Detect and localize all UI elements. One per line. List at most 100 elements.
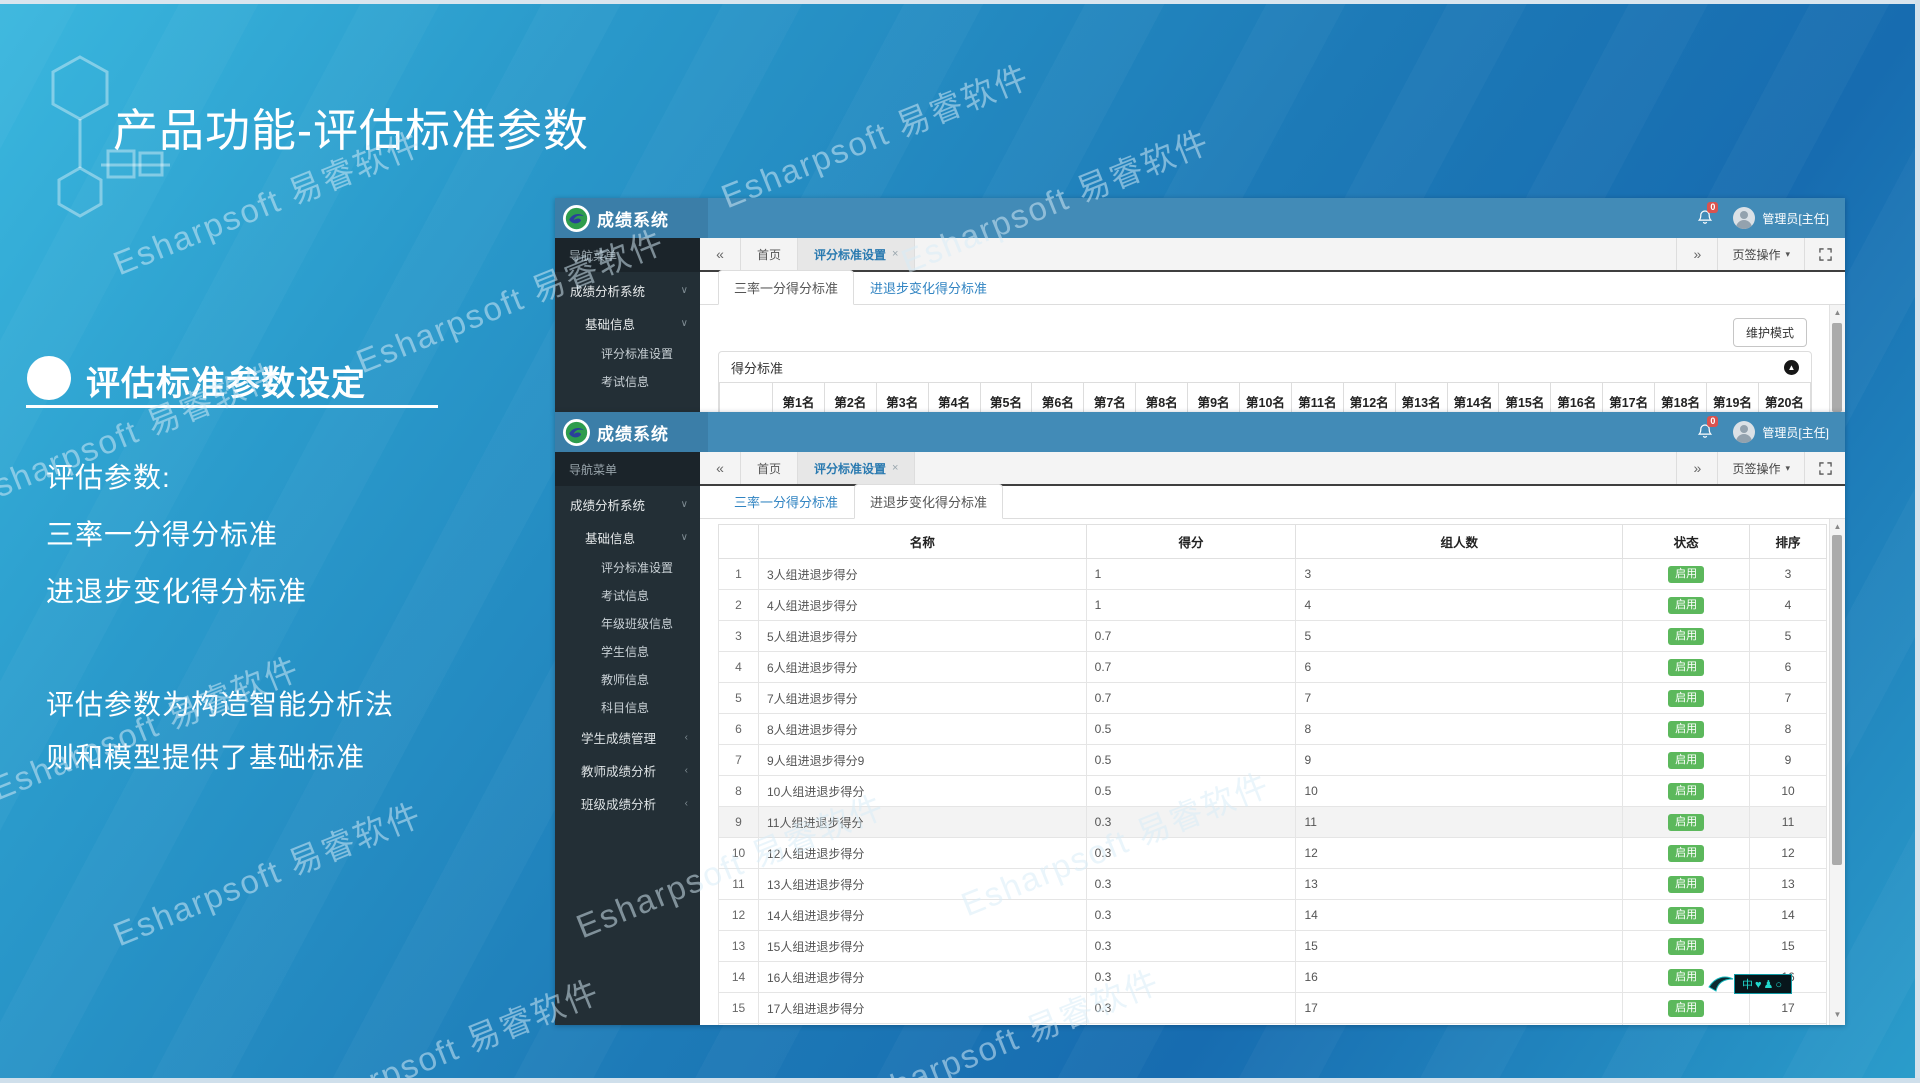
sidebar-item-basic-info[interactable]: 基础信息 ∨ [555, 522, 700, 553]
table-cell-size: 13 [1296, 869, 1623, 900]
table-cell-name: 6人组进退步得分 [758, 652, 1086, 683]
close-icon[interactable]: × [892, 462, 898, 474]
table-row[interactable]: 35人组进退步得分0.75启用5 [719, 621, 1827, 652]
table-row[interactable]: 1315人组进退步得分0.315启用15 [719, 931, 1827, 962]
app-body: 导航菜单 成绩分析系统 ∨ 基础信息 ∨ 评分标准设置考试信息 « 首页 评分标… [555, 238, 1845, 412]
scrollbar-up-icon[interactable]: ▲ [1830, 307, 1845, 319]
table-row[interactable]: 1214人组进退步得分0.314启用14 [719, 900, 1827, 931]
table-row[interactable]: 13人组进退步得分13启用3 [719, 559, 1827, 590]
scrollbar-down-icon[interactable]: ▼ [1830, 1009, 1845, 1021]
status-cell: 启用 [1623, 559, 1750, 590]
scrollbar-vertical[interactable]: ▲ [1829, 305, 1845, 412]
sidebar-item-score-analysis[interactable]: 成绩分析系统 ∨ [555, 486, 700, 522]
app-brand-label: 成绩系统 [597, 206, 669, 231]
table-row[interactable]: 68人组进退步得分0.58启用8 [719, 714, 1827, 745]
table-row[interactable]: 1416人组进退步得分0.316启用16 [719, 962, 1827, 993]
table-row[interactable]: 1517人组进退步得分0.317启用17 [719, 993, 1827, 1024]
table-cell-order: 3 [1750, 559, 1827, 590]
scrollbar-thumb[interactable] [1832, 535, 1842, 865]
table-row[interactable]: 46人组进退步得分0.76启用6 [719, 652, 1827, 683]
sidebar-subitem[interactable]: 学生信息 [555, 637, 700, 665]
scroll-tabs-right-button[interactable]: » [1676, 452, 1717, 484]
table-row[interactable]: 1012人组进退步得分0.312启用12 [719, 838, 1827, 869]
sidebar-subitem[interactable]: 评分标准设置 [555, 339, 700, 367]
rank-column-header: 第14名 [1447, 383, 1499, 413]
sidebar-subitem[interactable]: 考试信息 [555, 367, 700, 395]
content-area: 名称 得分 组人数 状态 排序 13人组进退步得分13启用324人组进退步得分1… [700, 519, 1845, 1025]
panel-title-row: 得分标准 ▲ [719, 352, 1811, 382]
table-row[interactable]: 79人组进退步得分90.59启用9 [719, 745, 1827, 776]
sidebar-subitem[interactable]: 年级班级信息 [555, 609, 700, 637]
table-row[interactable]: 24人组进退步得分14启用4 [719, 590, 1827, 621]
table-cell-name: 17人组进退步得分 [758, 993, 1086, 1024]
subtab-progress-change-score[interactable]: 进退步变化得分标准 [854, 484, 1003, 519]
tab-home[interactable]: 首页 [741, 452, 798, 484]
table-cell-no: 1 [719, 559, 759, 590]
notification-badge: 0 [1707, 202, 1718, 213]
chevron-down-icon: ∨ [681, 532, 688, 543]
table-row[interactable]: 810人组进退步得分0.510启用10 [719, 776, 1827, 807]
collapse-panel-icon[interactable]: ▲ [1784, 360, 1799, 375]
scroll-tabs-right-button[interactable]: » [1676, 238, 1717, 270]
tab-operations-dropdown[interactable]: 页签操作▾ [1717, 238, 1804, 270]
notification-bell-icon[interactable]: 0 [1697, 209, 1715, 227]
maintain-mode-button[interactable]: 维护模式 [1733, 318, 1807, 347]
table-cell-no: 8 [719, 776, 759, 807]
sidebar-group-item[interactable]: 教师成绩分析‹ [555, 754, 700, 787]
table-cell-name: 15人组进退步得分 [758, 931, 1086, 962]
subtab-progress-change-score[interactable]: 进退步变化得分标准 [854, 270, 1003, 305]
section-heading: 评估标准参数设定 [86, 356, 366, 405]
table-cell-name: 5人组进退步得分 [758, 621, 1086, 652]
fullscreen-icon[interactable] [1804, 452, 1845, 484]
tab-score-standard-settings[interactable]: 评分标准设置 × [798, 238, 915, 270]
table-cell-size: 15 [1296, 931, 1623, 962]
close-icon[interactable]: × [892, 248, 898, 260]
table-cell-size: 10 [1296, 776, 1623, 807]
subtab-three-rate-score[interactable]: 三率一分得分标准 [718, 270, 854, 305]
tab-home[interactable]: 首页 [741, 238, 798, 270]
scrollbar-thumb[interactable] [1832, 323, 1842, 412]
status-badge: 启用 [1668, 1000, 1704, 1017]
scrollbar-up-icon[interactable]: ▲ [1830, 521, 1845, 533]
table-cell-size: 3 [1296, 559, 1623, 590]
status-badge: 启用 [1668, 969, 1704, 986]
sidebar-group-item[interactable]: 学生成绩管理‹ [555, 721, 700, 754]
chevron-down-icon: ∨ [681, 318, 688, 329]
status-badge: 启用 [1668, 938, 1704, 955]
table-cell-name: 8人组进退步得分 [758, 714, 1086, 745]
tab-score-standard-settings[interactable]: 评分标准设置 × [798, 452, 915, 484]
status-cell: 启用 [1623, 776, 1750, 807]
user-menu[interactable]: 管理员[主任] [1733, 421, 1829, 443]
sidebar-item-basic-info[interactable]: 基础信息 ∨ [555, 308, 700, 339]
status-badge: 启用 [1668, 721, 1704, 738]
table-row[interactable]: 911人组进退步得分0.311启用11 [719, 807, 1827, 838]
sidebar-group-item[interactable]: 班级成绩分析‹ [555, 787, 700, 820]
rank-column-header: 第12名 [1343, 383, 1395, 413]
sidebar-subitem[interactable]: 评分标准设置 [555, 553, 700, 581]
scroll-tabs-left-button[interactable]: « [700, 452, 741, 484]
table-row[interactable]: 1113人组进退步得分0.313启用13 [719, 869, 1827, 900]
user-menu[interactable]: 管理员[主任] [1733, 207, 1829, 229]
table-cell-size: 11 [1296, 807, 1623, 838]
status-badge: 启用 [1668, 783, 1704, 800]
tab-operations-dropdown[interactable]: 页签操作▾ [1717, 452, 1804, 484]
sidebar-subitem[interactable]: 教师信息 [555, 665, 700, 693]
scrollbar-vertical[interactable]: ▲ ▼ [1829, 519, 1845, 1025]
table-cell-order: 13 [1750, 869, 1827, 900]
rank-column-header: 第6名 [1032, 383, 1084, 413]
table-row[interactable]: 1618人组进退步得分0.318启用18 [719, 1024, 1827, 1026]
table-row[interactable]: 57人组进退步得分0.77启用7 [719, 683, 1827, 714]
sidebar-item-score-analysis[interactable]: 成绩分析系统 ∨ [555, 272, 700, 308]
table-cell-name: 10人组进退步得分 [758, 776, 1086, 807]
table-cell-order: 10 [1750, 776, 1827, 807]
table-cell-size: 5 [1296, 621, 1623, 652]
subtab-three-rate-score[interactable]: 三率一分得分标准 [718, 484, 854, 519]
table-cell-no: 6 [719, 714, 759, 745]
sidebar-subitem[interactable]: 考试信息 [555, 581, 700, 609]
sidebar-subitem[interactable]: 科目信息 [555, 693, 700, 721]
scroll-tabs-left-button[interactable]: « [700, 238, 741, 270]
fullscreen-icon[interactable] [1804, 238, 1845, 270]
main-area: « 首页 评分标准设置 × » 页签操作▾ 三率一分 [700, 238, 1845, 412]
notification-bell-icon[interactable]: 0 [1697, 423, 1715, 441]
table-cell-score: 0.3 [1086, 993, 1296, 1024]
